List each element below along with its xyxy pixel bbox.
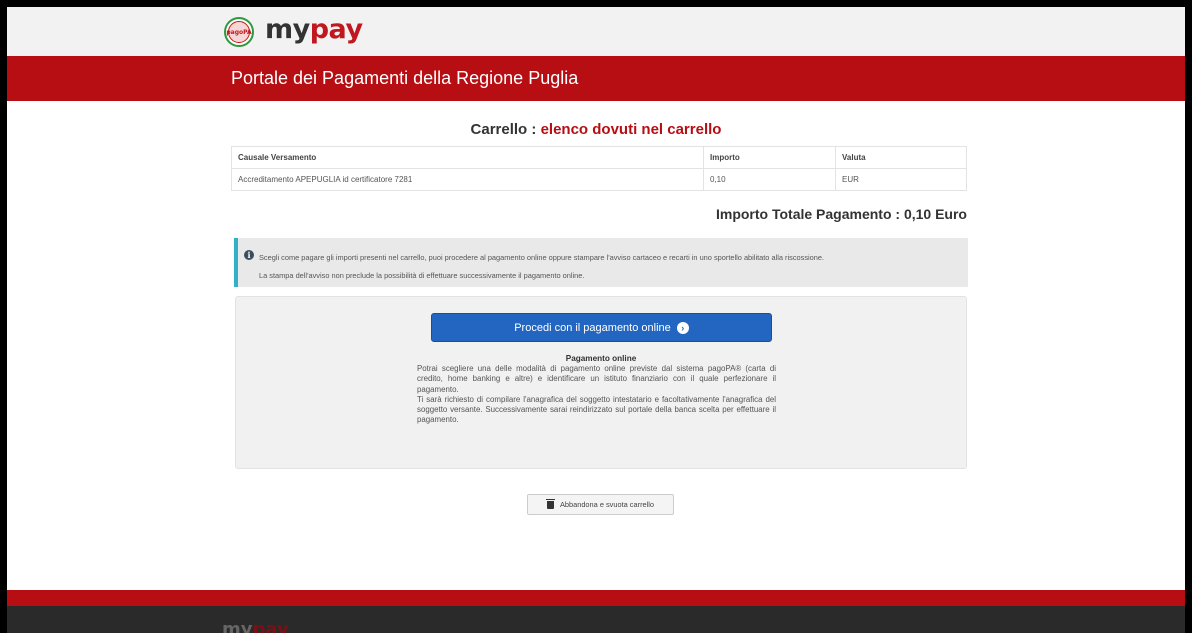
portal-title: Portale dei Pagamenti della Regione Pugl… (231, 68, 579, 88)
cell-causale: Accreditamento APEPUGLIA id certificator… (231, 168, 704, 191)
browser-viewport: pagoPA mypay Portale dei Pagamenti della… (7, 7, 1185, 633)
column-header-causale: Causale Versamento (231, 146, 704, 169)
table-row: Accreditamento APEPUGLIA id certificator… (231, 168, 967, 191)
column-header-valuta: Valuta (835, 146, 967, 169)
cart-title-prefix: Carrello : (470, 121, 541, 138)
footer (7, 606, 1185, 633)
cell-importo: 0,10 (703, 168, 836, 191)
pay-online-button-label: Procedi con il pagamento online (514, 321, 671, 334)
mypay-logo[interactable]: mypay (265, 14, 363, 45)
trash-icon (545, 498, 555, 509)
footer-mypay-logo[interactable]: mypay (222, 619, 289, 633)
info-icon: i (244, 250, 254, 260)
payment-description-p2: Ti sarà richiesto di compilare l'anagraf… (417, 394, 776, 425)
cart-table: Causale Versamento Importo Valuta Accred… (231, 146, 967, 191)
online-payment-panel: Procedi con il pagamento online › Pagame… (235, 296, 967, 469)
info-text-line2: La stampa dell'avviso non preclude la po… (259, 271, 585, 280)
portal-banner: Portale dei Pagamenti della Regione Pugl… (7, 56, 1185, 101)
pagopa-logo[interactable]: pagoPA (224, 17, 254, 47)
footer-brand-my: my (222, 619, 253, 633)
pay-online-button[interactable]: Procedi con il pagamento online › (431, 313, 772, 342)
column-header-importo: Importo (703, 146, 836, 169)
cart-title-highlight: elenco dovuti nel carrello (540, 121, 722, 138)
info-text-line1: Scegli come pagare gli importi presenti … (259, 253, 825, 262)
abandon-cart-button[interactable]: Abbandona e svuota carrello (527, 494, 674, 515)
cart-title: Carrello : elenco dovuti nel carrello (7, 121, 1185, 138)
footer-brand-pay: pay (252, 619, 289, 633)
top-header: pagoPA mypay (7, 7, 1185, 56)
payment-description-p1: Potrai scegliere una delle modalità di p… (417, 364, 776, 394)
cell-valuta: EUR (835, 168, 967, 191)
info-alert: i Scegli come pagare gli importi present… (234, 238, 968, 287)
payment-description: Potrai scegliere una delle modalità di p… (417, 364, 776, 426)
footer-red-band (7, 590, 1185, 606)
payment-heading: Pagamento online (565, 354, 637, 363)
brand-pay: pay (309, 14, 363, 45)
abandon-cart-label: Abbandona e svuota carrello (559, 500, 655, 509)
pagopa-logo-text: pagoPA (226, 21, 252, 43)
brand-my: my (265, 14, 310, 45)
table-header-row: Causale Versamento Importo Valuta (231, 146, 967, 169)
chevron-right-circle-icon: › (676, 321, 689, 334)
total-amount: Importo Totale Pagamento : 0,10 Euro (715, 206, 967, 222)
